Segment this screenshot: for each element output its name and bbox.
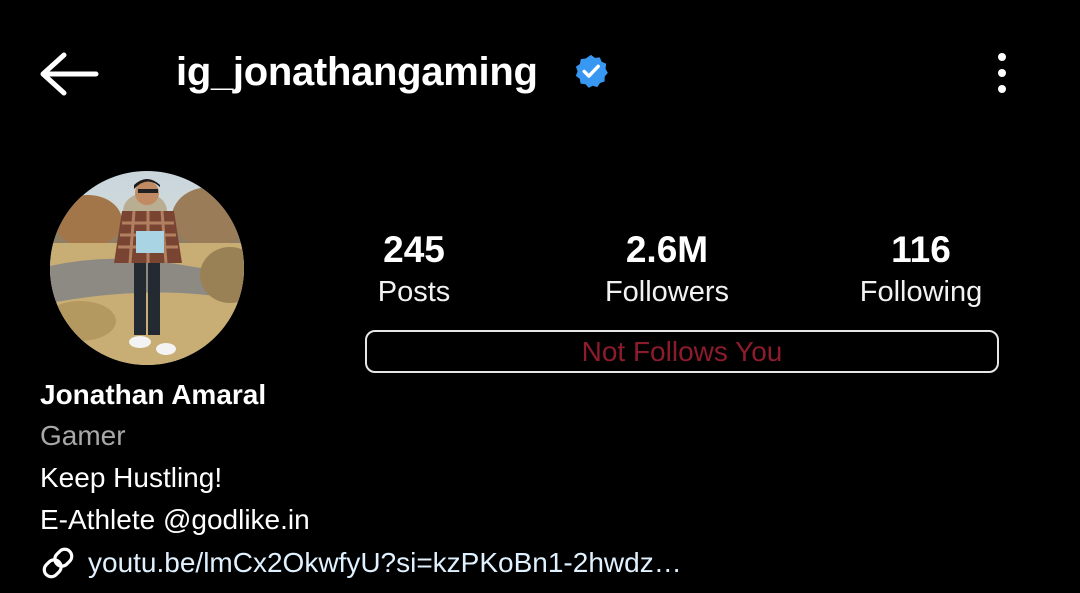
followers-count: 2.6M bbox=[625, 229, 709, 270]
followers-label: Followers bbox=[604, 276, 730, 308]
back-button[interactable] bbox=[38, 50, 100, 98]
avatar-photo bbox=[50, 171, 244, 365]
posts-count: 245 bbox=[383, 229, 445, 270]
arrow-left-icon bbox=[40, 52, 99, 96]
more-options-button[interactable] bbox=[982, 48, 1022, 98]
bio-link[interactable]: youtu.be/lmCx2OkwfyU?si=kzPKoBn1-2hwdz… bbox=[88, 546, 682, 580]
following-stat[interactable]: 116 Following bbox=[821, 228, 1021, 309]
posts-label: Posts bbox=[377, 276, 451, 308]
profile-avatar[interactable] bbox=[50, 171, 244, 365]
link-icon bbox=[42, 547, 74, 579]
bio-line: Keep Hustling! bbox=[40, 462, 223, 493]
follow-status-button[interactable]: Not Follows You bbox=[365, 330, 999, 373]
following-count: 116 bbox=[891, 229, 951, 270]
bio-line: E-Athlete @godlike.in bbox=[40, 504, 310, 535]
profile-full-name: Jonathan Amaral bbox=[40, 379, 267, 410]
followers-stat[interactable]: 2.6M Followers bbox=[567, 228, 767, 309]
top-bar: ig_jonathangaming bbox=[0, 0, 1080, 145]
verified-badge-icon bbox=[575, 54, 608, 88]
profile-category: Gamer bbox=[40, 420, 126, 451]
more-vertical-icon bbox=[998, 53, 1006, 93]
posts-stat[interactable]: 245 Posts bbox=[314, 228, 514, 309]
profile-username: ig_jonathangaming bbox=[176, 50, 538, 94]
following-label: Following bbox=[859, 276, 983, 308]
